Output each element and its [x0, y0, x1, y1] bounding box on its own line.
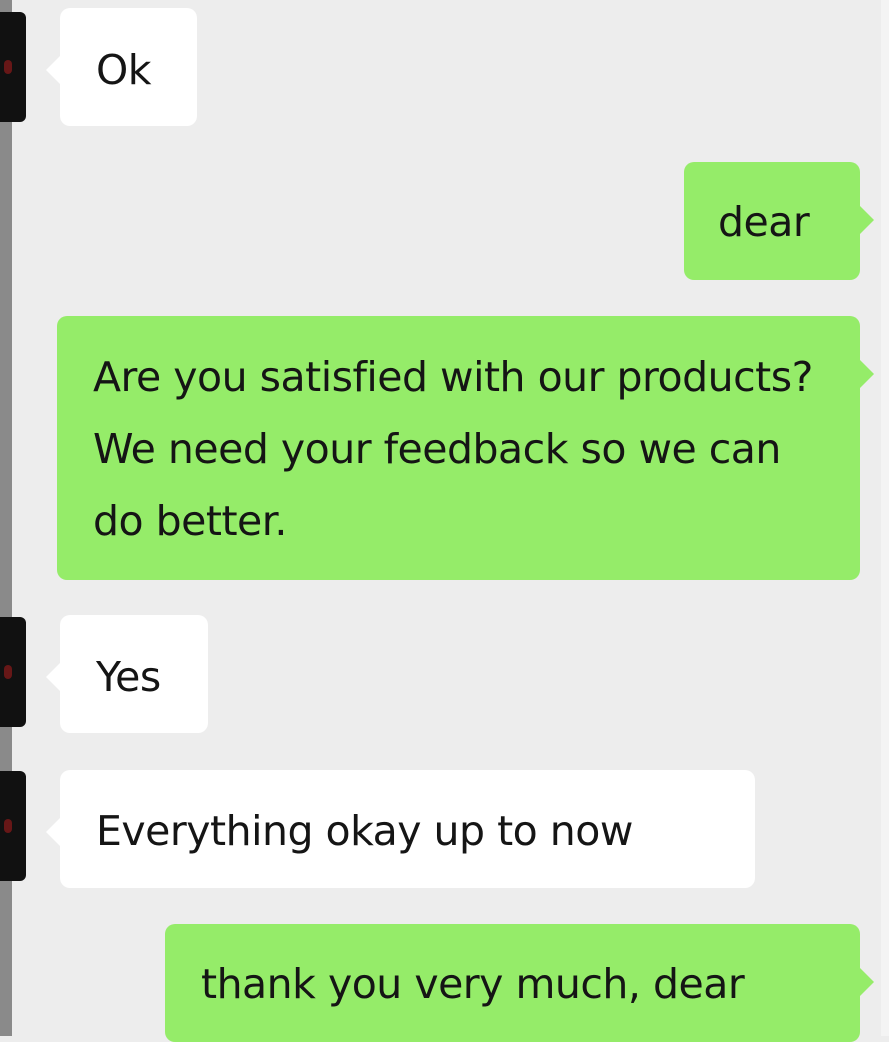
message-text: dear — [718, 198, 810, 246]
outgoing-message-bubble[interactable]: dear — [684, 162, 874, 280]
message-text: thank you very much, dear — [201, 960, 745, 1008]
message-text: Ok — [96, 46, 152, 94]
incoming-message-bubble[interactable]: Everything okay up to now — [46, 770, 755, 888]
incoming-message-bubble[interactable]: Ok — [46, 8, 197, 126]
message-text: Yes — [96, 653, 161, 701]
contact-avatar[interactable] — [0, 771, 26, 881]
message-text: Are you satisfied with our products? We … — [93, 353, 813, 545]
incoming-message-bubble[interactable]: Yes — [46, 615, 208, 733]
contact-avatar[interactable] — [0, 617, 26, 727]
right-edge-strip — [881, 0, 889, 1036]
chat-message-area[interactable]: Ok dear Are you satisfied with our produ… — [0, 0, 889, 1042]
message-text: Everything okay up to now — [96, 807, 633, 855]
contact-avatar[interactable] — [0, 12, 26, 122]
outgoing-message-bubble[interactable]: Are you satisfied with our products? We … — [57, 316, 874, 580]
outgoing-message-bubble[interactable]: thank you very much, dear — [165, 924, 874, 1042]
